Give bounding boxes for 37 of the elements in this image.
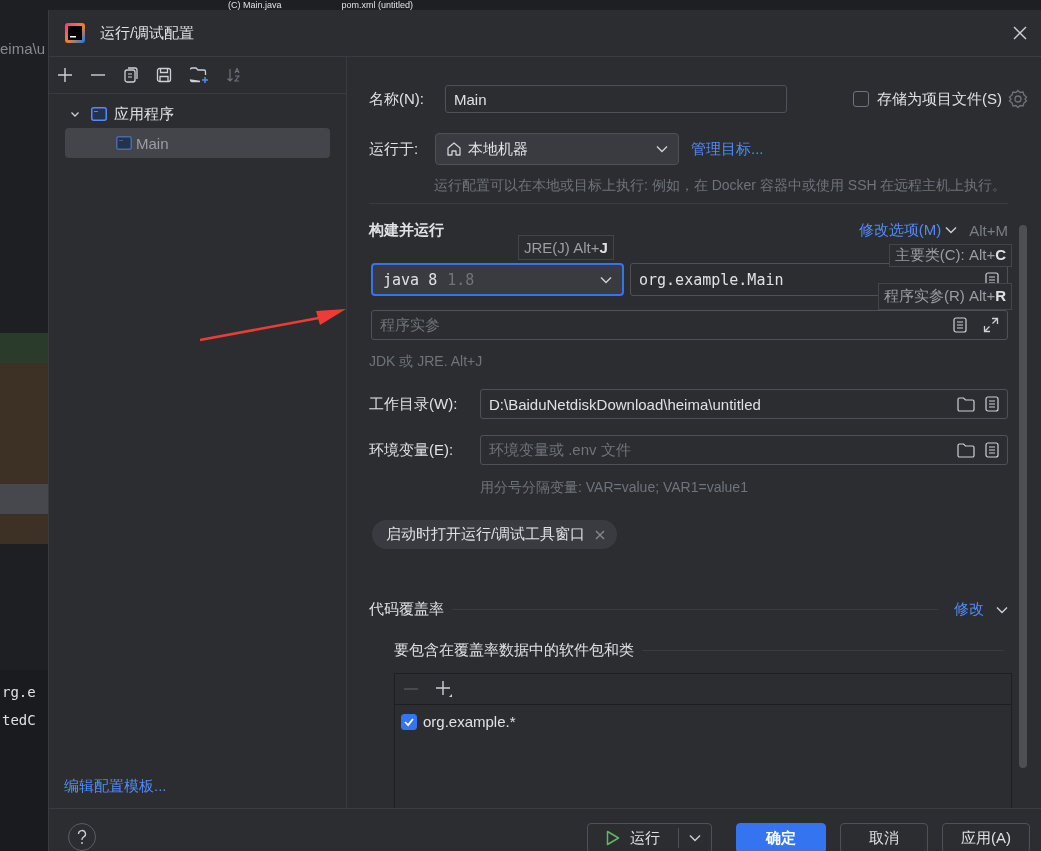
hint-text: 运行配置可以在本地或目标上执行: 例如，在 Docker 容器中或使用 SSH 在远程主机上执行。 [433, 176, 1008, 195]
editor-tab[interactable]: (C) Main.java [228, 0, 282, 10]
tooltip: JRE(J) Alt+J [518, 235, 614, 260]
dialog-button[interactable]: 取消 [840, 823, 928, 851]
manage-targets-link[interactable]: 管理目标... [691, 139, 764, 159]
section-title: 构建并运行 [369, 220, 444, 240]
dialog-button[interactable]: 应用(A) [942, 823, 1030, 851]
hint-text: 用分号分隔变量: VAR=value; VAR1=value1 [479, 478, 749, 497]
run-button[interactable]: 运行 [587, 823, 712, 851]
modify-link[interactable]: 修改 [954, 600, 984, 619]
name-field[interactable]: Main [445, 85, 787, 113]
group-title: 要包含在覆盖率数据中的软件包和类 [394, 641, 634, 660]
modify-options-link[interactable]: 修改选项(M) [858, 220, 942, 240]
tree-item[interactable]: Main [65, 128, 330, 158]
hint-text: JDK 或 JRE. Alt+J [369, 352, 484, 371]
field-label: 工作目录(W): [369, 394, 459, 414]
section-title: 代码覆盖率 [369, 600, 444, 619]
field-label: 环境变量(E): [369, 440, 455, 460]
working-directory-field[interactable]: D:\BaiduNetdiskDownload\heima\untitled [480, 389, 1008, 419]
field-label: 名称(N): [369, 89, 425, 109]
code-line: rg.e [2, 684, 37, 700]
edit-templates-link[interactable]: 编辑配置模板... [64, 777, 167, 796]
path-text: eima\u [0, 40, 46, 57]
ok-button[interactable]: 确定 [736, 823, 826, 851]
tooltip: 主要类(C): Alt+C [888, 244, 1012, 267]
field-label: 运行于: [369, 139, 420, 159]
window-title: 运行/调试配置 [100, 23, 195, 43]
option-chip[interactable]: 启动时打开运行/调试工具窗口 [372, 520, 618, 549]
code-line: tedC [2, 712, 37, 728]
target-dropdown[interactable]: 本地机器 [435, 133, 679, 165]
editor-tab[interactable]: pom.xml (untitled) [341, 0, 414, 10]
checkbox-label[interactable]: 存储为项目文件(S) [877, 89, 1002, 109]
shortcut-text: Alt+M [969, 221, 1008, 239]
tree-item[interactable]: 应用程序 [114, 104, 174, 124]
jre-dropdown[interactable]: java 8 1.8 [371, 263, 624, 296]
tooltip: 程序实参(R) Alt+R [877, 283, 1012, 310]
package-entry[interactable]: org.example.* [423, 713, 516, 730]
